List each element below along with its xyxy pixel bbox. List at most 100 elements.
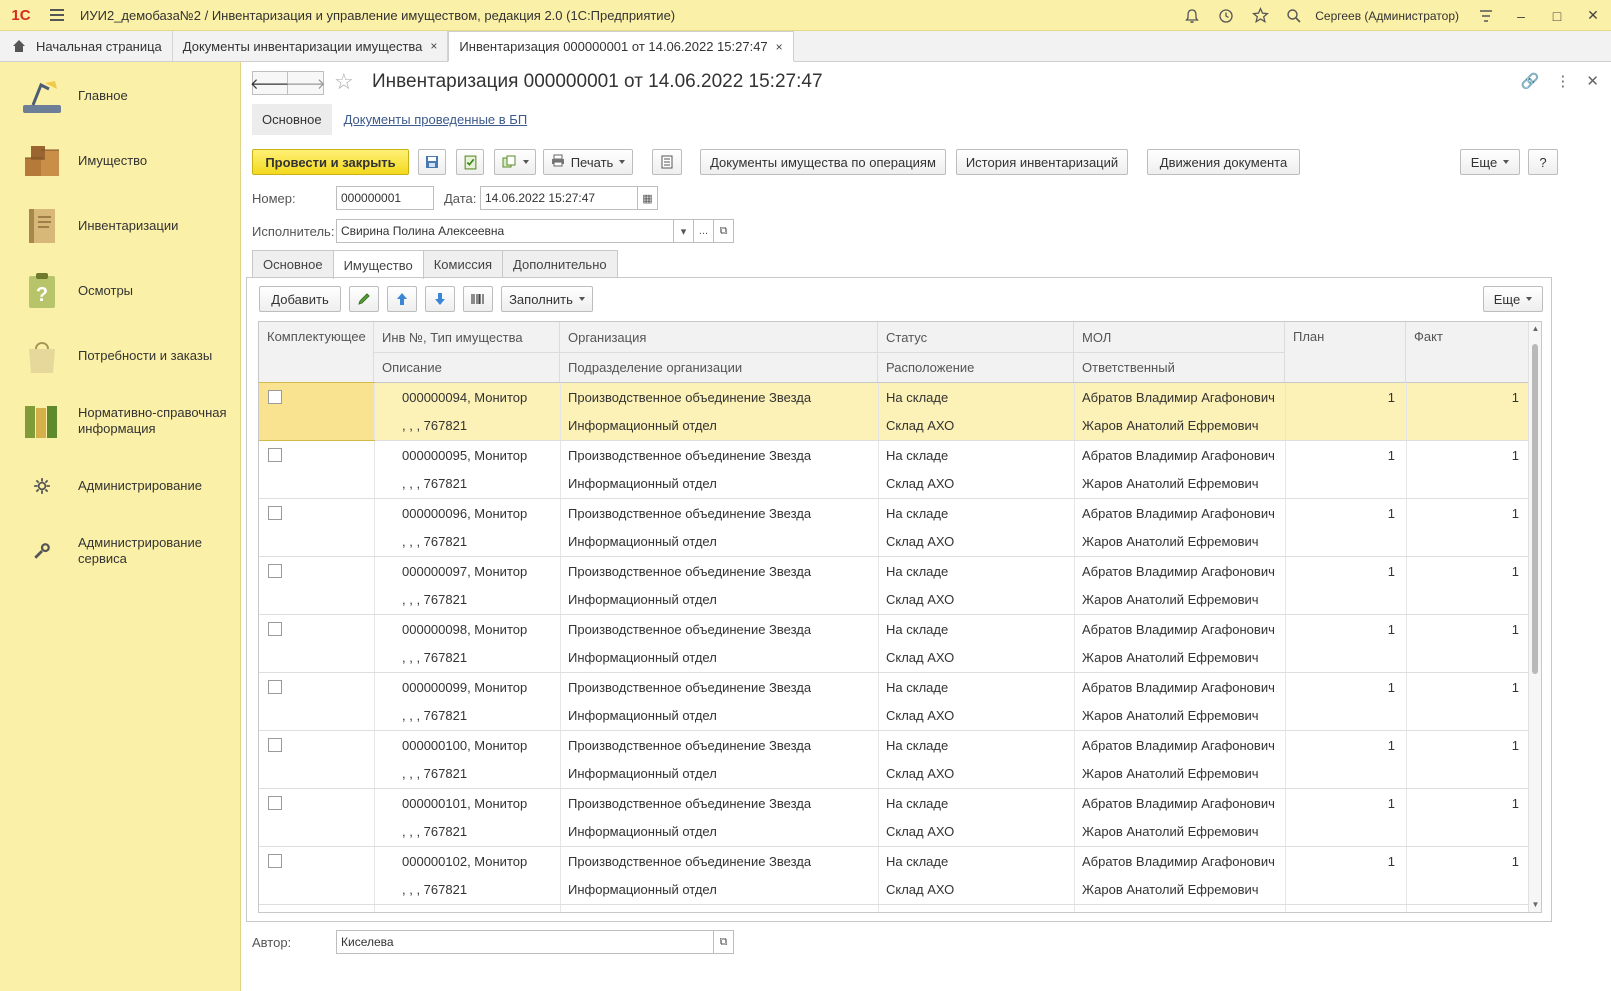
- header-fact[interactable]: Факт: [1406, 322, 1529, 383]
- current-user[interactable]: Сергеев (Администратор): [1315, 9, 1459, 23]
- cell-inv[interactable]: 000000102, Монитор: [402, 847, 552, 875]
- cell-location[interactable]: Склад АХО: [886, 585, 1066, 613]
- section-main[interactable]: Основное: [252, 104, 332, 135]
- cell-fact[interactable]: 1: [1406, 615, 1519, 643]
- table-row[interactable]: 000000094, Монитор Производственное объед…: [259, 382, 1529, 441]
- cell-desc[interactable]: , , , 767821: [402, 585, 552, 613]
- document-movements-button[interactable]: Движения документа: [1147, 149, 1300, 175]
- table-scrollbar[interactable]: ▲ ▼: [1528, 322, 1541, 912]
- cell-mol[interactable]: Абратов Владимир Агафонович: [1082, 615, 1282, 643]
- help-button[interactable]: ?: [1528, 149, 1558, 175]
- table-row[interactable]: 000000095, Монитор Производственное объед…: [259, 441, 1529, 499]
- scroll-up-icon[interactable]: ▲: [1529, 322, 1541, 336]
- cell-desc[interactable]: , , , 767821: [402, 643, 552, 671]
- cell-plan[interactable]: 1: [1285, 499, 1395, 527]
- cell-inv[interactable]: 000000094, Монитор: [402, 383, 552, 411]
- tab-main[interactable]: Основное: [252, 250, 334, 278]
- minimize-icon[interactable]: –: [1503, 0, 1539, 31]
- cell-plan[interactable]: 1: [1285, 557, 1395, 585]
- cell-dept[interactable]: Информационный отдел: [568, 817, 868, 845]
- link-icon[interactable]: 🔗: [1521, 72, 1540, 90]
- post-document-icon[interactable]: [456, 149, 484, 175]
- cell-status[interactable]: На складе: [886, 905, 1066, 913]
- kompl-cell[interactable]: [259, 905, 374, 912]
- cell-location[interactable]: Склад АХО: [886, 643, 1066, 671]
- sidebar-item-service-administration[interactable]: Администрирование сервиса: [0, 527, 241, 575]
- cell-location[interactable]: Склад АХО: [886, 527, 1066, 555]
- header-dept[interactable]: Подразделение организации: [560, 352, 878, 382]
- cell-dept[interactable]: Информационный отдел: [568, 411, 868, 439]
- cell-dept[interactable]: Информационный отдел: [568, 469, 868, 497]
- kompl-checkbox[interactable]: [268, 738, 282, 752]
- sidebar-item-property[interactable]: Имущество: [0, 137, 241, 185]
- section-link-posted-docs[interactable]: Документы проведенные в БП: [344, 112, 528, 127]
- table-row[interactable]: 000000103, Монитор Производственное объед…: [259, 905, 1529, 913]
- cell-mol[interactable]: Абратов Владимир Агафонович: [1082, 441, 1282, 469]
- table-row[interactable]: 000000097, Монитор Производственное объед…: [259, 557, 1529, 615]
- table-row[interactable]: 000000102, Монитор Производственное объед…: [259, 847, 1529, 905]
- cell-mol[interactable]: Абратов Владимир Агафонович: [1082, 673, 1282, 701]
- cell-status[interactable]: На складе: [886, 499, 1066, 527]
- table-row[interactable]: 000000098, Монитор Производственное объед…: [259, 615, 1529, 673]
- table-more-button[interactable]: Еще: [1483, 286, 1543, 312]
- favorite-star-icon[interactable]: ☆: [334, 69, 354, 95]
- kompl-checkbox[interactable]: [268, 680, 282, 694]
- select-ellipsis-button[interactable]: ...: [694, 219, 714, 243]
- move-up-arrow-icon[interactable]: [387, 286, 417, 312]
- cell-org[interactable]: Производственное объединение Звезда: [568, 557, 868, 585]
- maximize-icon[interactable]: □: [1539, 0, 1575, 31]
- cell-mol[interactable]: Абратов Владимир Агафонович: [1082, 905, 1282, 913]
- kompl-cell[interactable]: [259, 441, 374, 498]
- cell-status[interactable]: На складе: [886, 789, 1066, 817]
- cell-fact[interactable]: 1: [1406, 789, 1519, 817]
- sidebar-item-inventories[interactable]: Инвентаризации: [0, 202, 241, 250]
- cell-fact[interactable]: 1: [1406, 905, 1519, 913]
- sidebar-item-needs-orders[interactable]: Потребности и заказы: [0, 332, 241, 380]
- kompl-checkbox[interactable]: [268, 854, 282, 868]
- cell-desc[interactable]: , , , 767821: [402, 759, 552, 787]
- tab-inventory-documents[interactable]: Документы инвентаризации имущества ×: [173, 31, 449, 61]
- forward-arrow-icon[interactable]: 🡒: [285, 71, 326, 95]
- cell-status[interactable]: На складе: [886, 383, 1066, 411]
- fill-button[interactable]: Заполнить: [501, 286, 593, 312]
- kompl-cell[interactable]: [259, 789, 374, 846]
- cell-inv[interactable]: 000000103, Монитор: [402, 905, 552, 913]
- more-actions-icon[interactable]: ⋮: [1555, 72, 1570, 90]
- cell-plan[interactable]: 1: [1285, 615, 1395, 643]
- main-menu-icon[interactable]: [42, 0, 72, 31]
- cell-plan[interactable]: 1: [1285, 789, 1395, 817]
- favorites-star-icon[interactable]: [1243, 0, 1277, 31]
- cell-status[interactable]: На складе: [886, 731, 1066, 759]
- search-icon[interactable]: [1277, 0, 1311, 31]
- cell-status[interactable]: На складе: [886, 557, 1066, 585]
- create-based-on-button[interactable]: [494, 149, 536, 175]
- cell-plan[interactable]: 1: [1285, 847, 1395, 875]
- date-field[interactable]: 14.06.2022 15:27:47: [480, 186, 638, 210]
- save-icon[interactable]: [418, 149, 446, 175]
- cell-inv[interactable]: 000000097, Монитор: [402, 557, 552, 585]
- cell-plan[interactable]: 1: [1285, 731, 1395, 759]
- cell-desc[interactable]: , , , 767821: [402, 527, 552, 555]
- cell-inv[interactable]: 000000101, Монитор: [402, 789, 552, 817]
- cell-responsible[interactable]: Жаров Анатолий Ефремович: [1082, 875, 1282, 903]
- cell-fact[interactable]: 1: [1406, 383, 1519, 411]
- cell-inv[interactable]: 000000095, Монитор: [402, 441, 552, 469]
- cell-location[interactable]: Склад АХО: [886, 701, 1066, 729]
- sidebar-item-reference-info[interactable]: Нормативно-справочная информация: [0, 397, 241, 445]
- close-form-icon[interactable]: ✕: [1586, 72, 1599, 90]
- cell-inv[interactable]: 000000098, Монитор: [402, 615, 552, 643]
- settings-menu-icon[interactable]: [1469, 0, 1503, 31]
- close-window-icon[interactable]: ✕: [1575, 0, 1611, 31]
- scroll-thumb[interactable]: [1532, 344, 1538, 674]
- sidebar-item-inspections[interactable]: ? Осмотры: [0, 267, 241, 315]
- header-desc[interactable]: Описание: [374, 352, 560, 382]
- cell-org[interactable]: Производственное объединение Звезда: [568, 731, 868, 759]
- cell-fact[interactable]: 1: [1406, 557, 1519, 585]
- cell-status[interactable]: На складе: [886, 673, 1066, 701]
- cell-responsible[interactable]: Жаров Анатолий Ефремович: [1082, 527, 1282, 555]
- cell-org[interactable]: Производственное объединение Звезда: [568, 673, 868, 701]
- cell-desc[interactable]: , , , 767821: [402, 469, 552, 497]
- open-link-icon[interactable]: ⧉: [714, 219, 734, 243]
- cell-org[interactable]: Производственное объединение Звезда: [568, 441, 868, 469]
- cell-dept[interactable]: Информационный отдел: [568, 585, 868, 613]
